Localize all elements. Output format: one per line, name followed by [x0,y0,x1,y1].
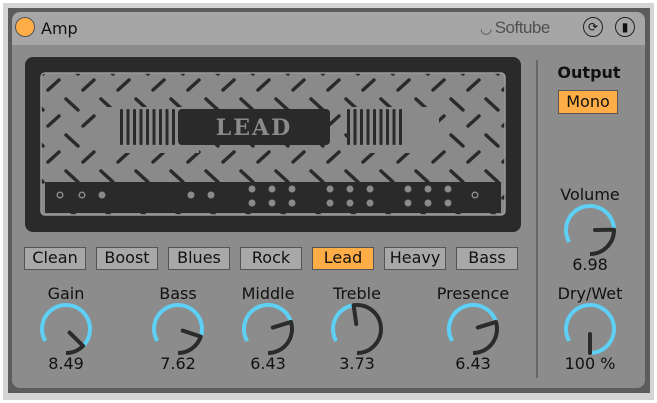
knob-track-arc [353,303,383,355]
knob-value-arc [564,204,616,243]
knob-track-arc [589,229,616,256]
amp-model-label: LEAD [216,115,292,141]
preset-button-boost[interactable]: Boost [96,247,158,270]
panel-light-icon [326,199,334,207]
knob-pointer [475,319,498,330]
panel-light-icon [444,185,452,193]
device-title-bar [12,12,645,45]
knob-track-arc [65,344,85,355]
gain-value[interactable]: 8.49 [16,354,116,373]
knob-pointer [270,319,293,330]
panel-light-icon [424,199,432,207]
panel-light-icon [187,191,195,199]
grill-bar [386,109,389,145]
grill-bar [126,109,130,145]
panel-light-icon [404,199,412,207]
gain-knob[interactable] [38,301,94,357]
panel-light-icon [207,191,215,199]
grill-bar [139,109,143,145]
panel-light-icon [346,185,354,193]
middle-value[interactable]: 6.43 [218,354,318,373]
panel-light-icon [404,185,412,193]
output-mode-button[interactable]: Mono [558,90,618,114]
preset-button-bass[interactable]: Bass [456,247,518,270]
panel-light-icon [366,185,374,193]
grill-bar [172,109,175,145]
grill-bar [146,109,149,145]
save-icon[interactable]: ▮ [615,17,635,37]
device-title: Amp [41,19,78,38]
panel-light-icon [248,185,256,193]
grill-bar [399,109,402,145]
grill-bar [366,109,370,145]
presence-knob[interactable] [445,301,501,357]
bass-knob[interactable] [150,301,206,357]
panel-light-icon [326,185,334,193]
preset-button-blues[interactable]: Blues [168,247,230,270]
panel-light-icon [268,199,276,207]
knob-pointer [351,303,359,327]
dry-wet-value[interactable]: 100 % [540,354,640,373]
grill-bar [120,109,123,145]
grill-bar [347,109,350,145]
volume-knob[interactable] [562,202,618,258]
panel-light-icon [424,185,432,193]
device-power-toggle[interactable] [15,17,35,37]
grill-bar [152,109,156,145]
brand-name: Softube [494,18,551,37]
knob-track-arc [177,335,203,355]
section-divider [536,60,538,378]
knob-value-arc [331,303,355,342]
panel-light-icon [366,199,374,207]
grill-bar [373,109,376,145]
presence-value[interactable]: 6.43 [423,354,523,373]
panel-light-icon [248,199,256,207]
panel-light-icon [288,199,296,207]
panel-light-icon [268,185,276,193]
middle-knob[interactable] [240,301,296,357]
dry-wet-knob[interactable] [562,301,618,357]
panel-light-icon [346,199,354,207]
knob-value-arc [40,303,92,348]
panel-light-icon [288,185,296,193]
panel-light-icon [444,199,452,207]
volume-value[interactable]: 6.98 [540,255,640,274]
grill-bar [353,109,357,145]
bass-value[interactable]: 7.62 [128,354,228,373]
treble-value[interactable]: 3.73 [307,354,407,373]
grill-bar [159,109,162,145]
amp-head-display: LEAD [25,57,521,232]
preset-button-heavy[interactable]: Heavy [384,247,446,270]
output-label: Output [557,63,621,82]
softube-logo: ◡ Softube [480,18,550,38]
treble-knob[interactable] [329,301,385,357]
smile-icon: ◡ [480,20,492,36]
grill-bar [379,109,383,145]
grill-bar [133,109,136,145]
knob-pointer [180,328,203,339]
grill-bar [360,109,363,145]
sync-icon[interactable]: ⟳ [583,17,603,37]
panel-light-icon [98,191,106,199]
preset-button-lead[interactable]: Lead [312,247,374,270]
preset-button-rock[interactable]: Rock [240,247,302,270]
grill-bar [392,109,396,145]
grill-bar [165,109,169,145]
preset-button-clean[interactable]: Clean [24,247,86,270]
knob-pointer [67,330,86,348]
